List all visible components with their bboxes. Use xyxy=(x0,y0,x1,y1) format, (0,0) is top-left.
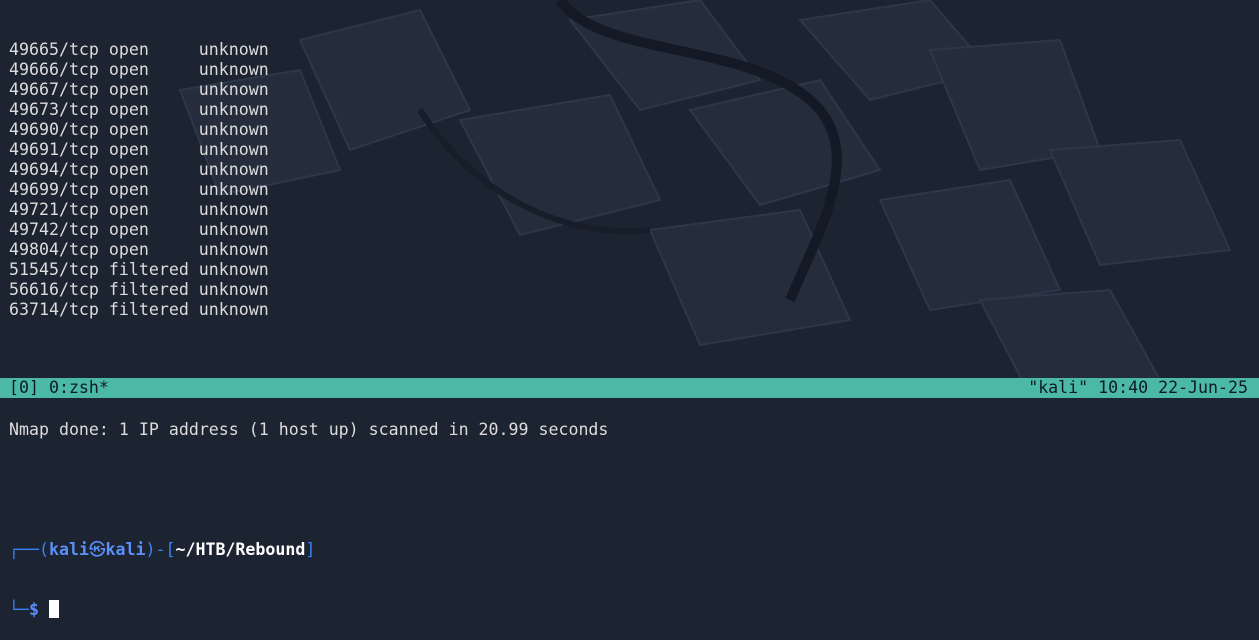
prompt-dollar: $ xyxy=(28,600,39,619)
port-service: unknown xyxy=(198,160,269,179)
port-state: open xyxy=(108,240,149,259)
port-service: unknown xyxy=(198,40,269,59)
port-state: open xyxy=(108,140,149,159)
port-number: 49665/tcp xyxy=(9,40,99,59)
port-row: 49690/tcp open unknown xyxy=(9,120,1259,140)
port-service: unknown xyxy=(198,140,269,159)
port-service: unknown xyxy=(198,100,269,119)
text-cursor xyxy=(48,600,59,618)
scan-summary: Nmap done: 1 IP address (1 host up) scan… xyxy=(9,420,609,439)
prompt-frame-bottom: └─ xyxy=(9,600,29,619)
port-number: 49691/tcp xyxy=(9,140,99,159)
prompt-separator: )-[ xyxy=(145,540,176,559)
port-state: open xyxy=(108,40,149,59)
port-number: 49694/tcp xyxy=(9,160,99,179)
port-row: 49721/tcp open unknown xyxy=(9,200,1259,220)
port-service: unknown xyxy=(198,120,269,139)
port-state: open xyxy=(108,80,149,99)
port-state: open xyxy=(108,100,149,119)
port-service: unknown xyxy=(198,60,269,79)
port-state: filtered xyxy=(108,280,189,299)
port-row: 49699/tcp open unknown xyxy=(9,180,1259,200)
port-number: 49666/tcp xyxy=(9,60,99,79)
prompt-header: ┌──(kali㉿kali)-[~/HTB/Rebound] xyxy=(9,540,1259,560)
port-number: 49667/tcp xyxy=(9,80,99,99)
port-number: 56616/tcp xyxy=(9,280,99,299)
port-row: 49691/tcp open unknown xyxy=(9,140,1259,160)
port-state: open xyxy=(108,200,149,219)
port-row: 63714/tcp filtered unknown xyxy=(9,300,1259,320)
port-row: 49694/tcp open unknown xyxy=(9,160,1259,180)
port-number: 49690/tcp xyxy=(9,120,99,139)
port-state: open xyxy=(108,160,149,179)
port-row: 49665/tcp open unknown xyxy=(9,40,1259,60)
port-number: 49673/tcp xyxy=(9,100,99,119)
port-service: unknown xyxy=(198,300,269,319)
port-service: unknown xyxy=(198,260,269,279)
port-service: unknown xyxy=(198,220,269,239)
terminal-output[interactable]: 49665/tcp open unknown 49666/tcp open unknown… xyxy=(9,0,1259,640)
port-number: 49699/tcp xyxy=(9,180,99,199)
prompt-path: ~/HTB/Rebound xyxy=(175,540,306,559)
port-row: 56616/tcp filtered unknown xyxy=(9,280,1259,300)
prompt-host: kali xyxy=(105,540,146,559)
port-service: unknown xyxy=(198,280,269,299)
prompt-at-symbol: ㉿ xyxy=(88,540,106,559)
prompt-frame-top: ┌──( xyxy=(9,540,49,559)
port-service: unknown xyxy=(198,200,269,219)
port-service: unknown xyxy=(198,180,269,199)
port-list: 49665/tcp open unknown 49666/tcp open unknown… xyxy=(9,40,1259,320)
tmux-window-list[interactable]: [0] 0:zsh* xyxy=(9,378,109,398)
tmux-status-right: "kali" 10:40 22-Jun-25 xyxy=(1028,378,1248,397)
port-state: filtered xyxy=(108,260,189,279)
port-state: open xyxy=(108,180,149,199)
prompt-user: kali xyxy=(48,540,89,559)
port-state: filtered xyxy=(108,300,189,319)
port-state: open xyxy=(108,60,149,79)
port-state: open xyxy=(108,120,149,139)
prompt-input-line[interactable]: └─$ xyxy=(9,600,1259,620)
port-number: 49721/tcp xyxy=(9,200,99,219)
port-state: open xyxy=(108,220,149,239)
port-service: unknown xyxy=(198,240,269,259)
prompt-close: ] xyxy=(305,540,316,559)
port-row: 49666/tcp open unknown xyxy=(9,60,1259,80)
port-number: 49804/tcp xyxy=(9,240,99,259)
port-row: 49667/tcp open unknown xyxy=(9,80,1259,100)
port-row: 51545/tcp filtered unknown xyxy=(9,260,1259,280)
port-number: 49742/tcp xyxy=(9,220,99,239)
port-number: 63714/tcp xyxy=(9,300,99,319)
port-number: 51545/tcp xyxy=(9,260,99,279)
port-row: 49673/tcp open unknown xyxy=(9,100,1259,120)
port-row: 49804/tcp open unknown xyxy=(9,240,1259,260)
port-service: unknown xyxy=(198,80,269,99)
port-row: 49742/tcp open unknown xyxy=(9,220,1259,240)
tmux-status-bar: [0] 0:zsh* "kali" 10:40 22-Jun-25 xyxy=(0,378,1259,398)
